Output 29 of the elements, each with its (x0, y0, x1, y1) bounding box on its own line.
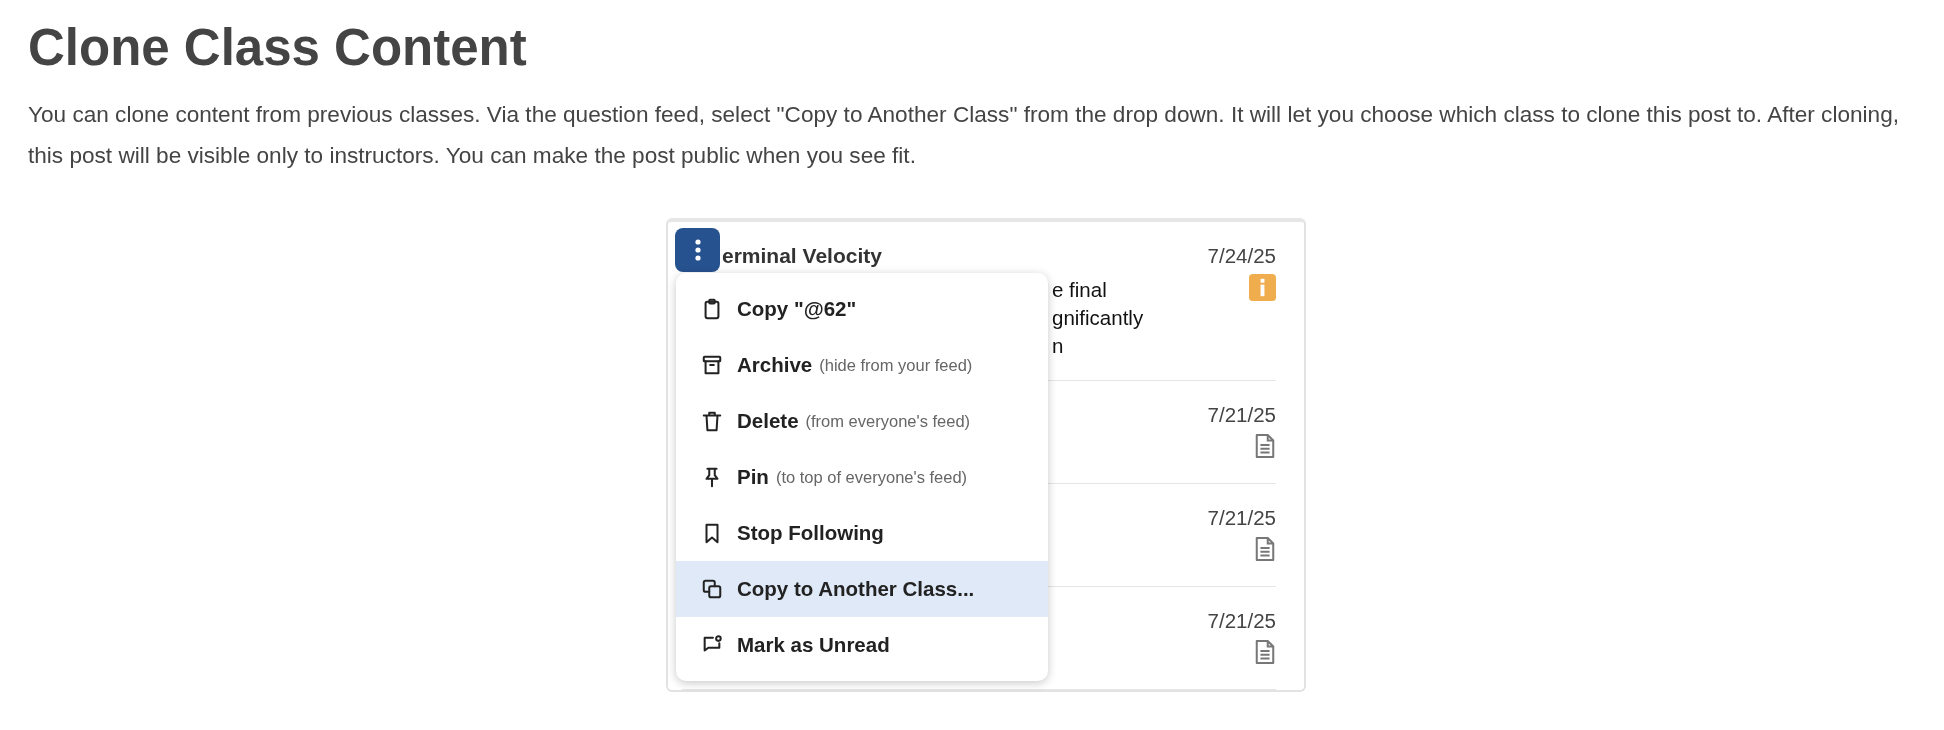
post-title: erminal Velocity (722, 244, 883, 268)
description-paragraph: You can clone content from previous classes. Via the question feed, select "Copy to Another Class" from the drop down. It will let you choose which class to clone this post to. After cloning, this post will be visible only to instructors. You can make the post public when you see fit. (28, 101, 1900, 170)
post-date: 7/24/25 (1207, 244, 1276, 268)
menu-item[interactable]: Copy to Another Class... (676, 561, 1048, 617)
menu-item-hint: (to top of everyone's feed) (775, 467, 968, 487)
post-preview-text: e final (1052, 277, 1108, 303)
menu-item[interactable]: Archive (hide from your feed) (676, 337, 1048, 393)
document-icon (1254, 433, 1276, 459)
menu-item-hint: (hide from your feed) (819, 355, 973, 375)
post-date: 7/21/25 (1207, 403, 1276, 427)
archive-icon (701, 354, 723, 376)
post-date: 7/21/25 (1207, 506, 1276, 530)
more-options-button[interactable] (675, 228, 720, 272)
menu-item[interactable]: Copy "@62" (676, 281, 1048, 337)
copy-icon (701, 578, 723, 600)
document-icon (1254, 536, 1276, 562)
post-preview-text: gnificantly (1052, 305, 1144, 331)
menu-item[interactable]: Pin (to top of everyone's feed) (676, 449, 1048, 505)
document-icon (1254, 639, 1276, 665)
menu-item[interactable]: Mark as Unread (676, 617, 1048, 673)
trash-icon (701, 410, 723, 432)
post-preview-text: n (1052, 333, 1065, 359)
menu-item[interactable]: Delete (from everyone's feed) (676, 393, 1048, 449)
info-icon (1249, 274, 1276, 301)
three-dots-icon (694, 239, 701, 261)
page-title: Clone Class Content (28, 18, 528, 78)
menu-item[interactable]: Stop Following (676, 505, 1048, 561)
post-date: 7/21/25 (1207, 609, 1276, 633)
menu-item-hint: (from everyone's feed) (805, 411, 971, 431)
